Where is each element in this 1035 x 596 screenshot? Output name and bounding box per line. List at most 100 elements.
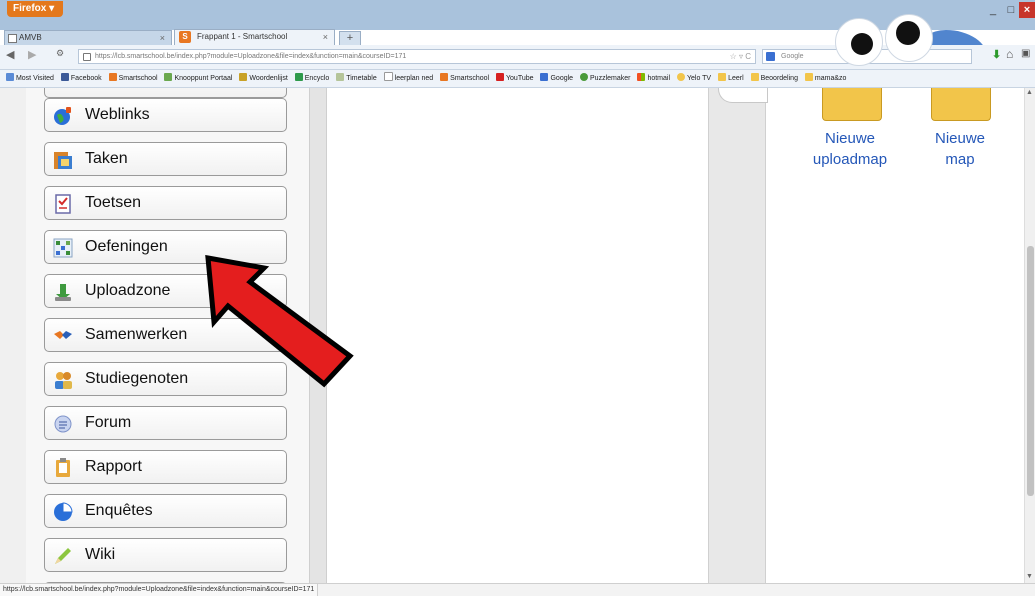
bookmark-label: Leerl (728, 75, 744, 82)
tab-close-icon[interactable]: × (323, 30, 328, 44)
bookmark-label: mama&zo (814, 75, 847, 82)
puzzle-icon (580, 73, 589, 81)
bookmark-item[interactable]: hotmail (637, 70, 670, 87)
tab-close-icon[interactable]: × (160, 31, 165, 45)
bookmark-label: leerplan ned (394, 75, 434, 82)
scroll-thumb[interactable] (1027, 246, 1034, 496)
scroll-down-icon[interactable]: ▼ (1026, 573, 1033, 580)
vertical-scrollbar[interactable]: ▲ ▼ (1024, 88, 1035, 583)
cookie-monster-eye-left (835, 18, 883, 66)
tab-label: Frappant 1 - Smartschool (197, 32, 288, 41)
right-panel-divider (708, 88, 766, 583)
bookmark-item[interactable]: Knooppunt Portaal (164, 70, 232, 87)
bookmark-item[interactable]: Timetable (336, 70, 377, 87)
bookmark-item[interactable]: Puzzlemaker (580, 70, 630, 87)
dictionary-icon (239, 73, 248, 81)
smartschool-icon (440, 73, 449, 81)
cookie-monster-eye-right (885, 14, 933, 62)
bookmark-star-icon[interactable]: ☆ ▿ C (730, 50, 751, 63)
bookmark-item[interactable]: YouTube (496, 70, 534, 87)
status-bar: https://lcb.smartschool.be/index.php?mod… (0, 583, 1035, 596)
handshake-icon (54, 331, 72, 339)
google-icon (766, 52, 775, 61)
scroll-up-icon[interactable]: ▲ (1026, 89, 1033, 96)
forum-icon (54, 415, 72, 433)
bookmark-item[interactable]: Most Visited (5, 70, 54, 87)
sidebar-item-forum[interactable]: Forum (44, 406, 287, 440)
bookmark-item[interactable]: leerplan ned (383, 70, 434, 87)
sidebar-item-label: Rapport (85, 458, 142, 475)
bookmark-label: Smartschool (450, 75, 490, 82)
new-upload-folder-link[interactable]: Nieuwe uploadmap (790, 128, 910, 170)
sidebar-item-label: Wiki (85, 546, 116, 563)
bookmark-label: Yelo TV (686, 75, 712, 82)
sidebar-item-rapport[interactable]: Rapport (44, 450, 287, 484)
link-line: Nieuwe (824, 130, 876, 147)
forward-icon[interactable]: ▶ (28, 48, 36, 61)
bookmark-item[interactable]: mama&zo (804, 70, 847, 87)
title-bar: Firefox ▾ _ □ × (0, 0, 1035, 78)
new-tab-button[interactable]: + (339, 31, 361, 46)
classmates-icon (55, 372, 72, 389)
bookmark-item[interactable]: Yelo TV (676, 70, 712, 87)
minimize-icon[interactable]: _ (983, 2, 1003, 18)
firefox-menu-label: Firefox (13, 3, 47, 14)
sidebar-item-enquetes[interactable]: Enquêtes (44, 494, 287, 528)
new-folder-link[interactable]: Nieuwe map (915, 128, 1005, 170)
pie-chart-icon (54, 502, 73, 521)
sidebar-item-weblinks[interactable]: Weblinks (44, 98, 287, 132)
encyclo-icon (294, 73, 303, 81)
identity-icon[interactable]: ⚙ (56, 48, 64, 59)
lock-icon (83, 53, 91, 61)
bookmark-item[interactable]: Facebook (60, 70, 102, 87)
tasks-icon (54, 152, 72, 169)
maximize-icon[interactable]: □ (1003, 2, 1019, 18)
bookmark-item[interactable]: Beoordeling (750, 70, 798, 87)
page-icon (383, 72, 393, 81)
download-icon[interactable]: ⬇ (992, 48, 1001, 61)
bookmark-item[interactable]: Leerl (718, 70, 744, 87)
sidebar-item-taken[interactable]: Taken (44, 142, 287, 176)
youtube-icon (496, 73, 505, 81)
bookmark-item[interactable]: Woordenlijst (239, 70, 288, 87)
red-arrow-annotation (205, 254, 354, 388)
search-placeholder: Google (781, 53, 804, 60)
sidebar-item-wiki[interactable]: Wiki (44, 538, 287, 572)
sidebar-item-label: Oefeningen (85, 238, 168, 255)
bookmark-label: Most Visited (15, 75, 54, 82)
new-upload-folder-icon[interactable] (822, 88, 882, 121)
bookmark-label: Encyclo (304, 75, 330, 82)
bookmark-item[interactable]: Encyclo (294, 70, 330, 87)
url-bar[interactable]: https://lcb.smartschool.be/index.php?mod… (78, 49, 756, 64)
tab-smartschool[interactable]: S Frappant 1 - Smartschool × (174, 29, 335, 45)
pupil-right (896, 21, 920, 45)
bookmark-label: Facebook (70, 75, 102, 82)
sidebar-item-label: Enquêtes (85, 502, 153, 519)
checklist-icon (55, 194, 71, 214)
sidebar-item-label: Samenwerken (85, 326, 188, 343)
home-icon[interactable]: ⌂ (1006, 47, 1013, 61)
bookmark-item[interactable]: Smartschool (108, 70, 158, 87)
sidebar-item-toetsen[interactable]: Toetsen (44, 186, 287, 220)
bookmark-label: YouTube (506, 75, 534, 82)
sidebar-item-label: Toetsen (85, 194, 142, 211)
sidebar-item-label: Forum (85, 414, 132, 431)
firefox-menu-button[interactable]: Firefox ▾ (7, 1, 63, 17)
bookmarks-toolbar: Most Visited Facebook Smartschool Knoopp… (0, 70, 1035, 88)
menu-icon[interactable]: ▣ (1021, 48, 1030, 59)
pupil-left (851, 33, 873, 55)
tab-amvb[interactable]: AMVB × (4, 30, 172, 45)
smartschool-icon (108, 73, 117, 81)
bookmark-item[interactable]: Google (540, 70, 573, 87)
close-icon[interactable]: × (1019, 2, 1035, 18)
pencil-icon (55, 548, 71, 564)
sidebar-item-label: Weblinks (85, 106, 150, 123)
bookmark-label: Puzzlemaker (590, 75, 631, 82)
bookmark-label: Woordenlijst (249, 75, 288, 82)
sidebar-item-previous[interactable] (44, 88, 287, 98)
bookmark-item[interactable]: Smartschool (440, 70, 489, 87)
new-folder-icon[interactable] (931, 88, 991, 121)
back-icon[interactable]: ◀ (6, 48, 14, 61)
left-margin (0, 88, 26, 583)
url-text: https://lcb.smartschool.be/index.php?mod… (95, 53, 407, 60)
